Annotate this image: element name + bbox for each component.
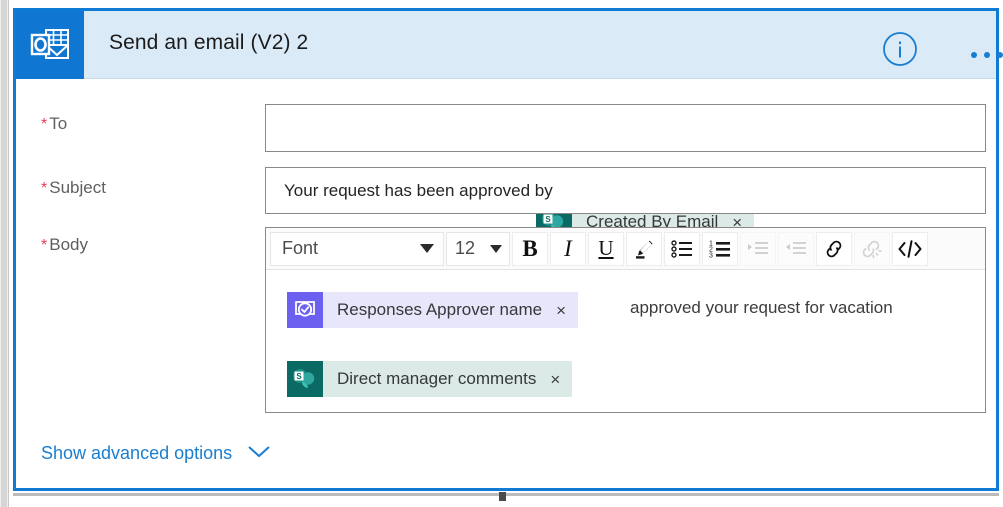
ellipsis-dot <box>997 52 1003 58</box>
to-label-text: To <box>49 114 68 133</box>
body-token-label: Responses Approver name <box>337 300 543 319</box>
page-scroll-thumb[interactable] <box>1 0 7 507</box>
font-family-value: Font <box>282 238 319 258</box>
show-advanced-options-label: Show advanced options <box>41 443 233 463</box>
required-asterisk: * <box>41 116 48 133</box>
body-token-responses-approver-name[interactable]: Responses Approver name × <box>287 292 578 328</box>
font-family-select[interactable]: Font <box>270 231 444 266</box>
font-size-select[interactable]: 12 <box>446 231 510 266</box>
subject-label: * Subject <box>41 178 106 198</box>
svg-text:3: 3 <box>709 252 713 259</box>
action-card-screen: Send an email (V2) 2 * To S Created By E… <box>0 0 1003 507</box>
info-icon[interactable] <box>881 30 919 68</box>
body-token-remove-icon[interactable]: × <box>556 302 566 319</box>
chevron-down-icon <box>490 244 502 253</box>
body-token-body: Direct manager comments × <box>323 361 573 397</box>
subject-field[interactable]: Your request has been approved by <box>265 167 986 214</box>
bulleted-list-icon[interactable] <box>664 231 700 266</box>
editor-toolbar: Font 12 B I U 1 2 3 <box>266 228 985 270</box>
insert-link-icon[interactable] <box>816 231 852 266</box>
increase-indent-icon[interactable] <box>740 231 776 266</box>
outlook-icon <box>16 11 84 79</box>
body-static-text: approved your request for vacation <box>630 298 893 317</box>
approvals-icon <box>287 292 323 328</box>
required-asterisk: * <box>41 237 48 254</box>
body-content-area[interactable]: Responses Approver name × approved your … <box>266 270 985 412</box>
font-size-value: 12 <box>455 238 476 258</box>
body-label: * Body <box>41 235 88 255</box>
required-asterisk: * <box>41 180 48 197</box>
send-email-action-card: Send an email (V2) 2 * To S Created By E… <box>13 8 1003 491</box>
svg-text:S: S <box>545 215 551 224</box>
italic-button[interactable]: I <box>550 231 586 266</box>
chevron-down-icon <box>420 244 434 253</box>
ellipsis-dot <box>971 52 977 58</box>
flow-connector-nub <box>499 492 506 501</box>
ellipsis-icon[interactable] <box>971 43 1003 67</box>
page-title: Send an email (V2) 2 <box>109 31 309 54</box>
chevron-down-icon <box>246 443 272 464</box>
card-shadow <box>13 493 999 496</box>
svg-text:S: S <box>296 372 302 381</box>
body-label-text: Body <box>49 235 88 254</box>
decrease-indent-icon[interactable] <box>778 231 814 266</box>
show-advanced-options-button[interactable]: Show advanced options <box>41 443 272 464</box>
page-scroll-strip[interactable] <box>0 0 9 507</box>
body-token-remove-icon[interactable]: × <box>550 371 560 388</box>
ellipsis-dot <box>984 52 990 58</box>
highlighter-pen-icon[interactable] <box>626 231 662 266</box>
subject-label-text: Subject <box>49 178 106 197</box>
bold-button[interactable]: B <box>512 231 548 266</box>
body-rich-text-editor[interactable]: Font 12 B I U 1 2 3 Responses Approver n… <box>265 227 986 413</box>
to-label: * To <box>41 114 67 134</box>
subject-value: Your request has been approved by <box>284 181 553 200</box>
to-field[interactable]: S Created By Email × <box>265 104 986 240</box>
body-token-body: Responses Approver name × <box>323 292 578 328</box>
card-header: Send an email (V2) 2 <box>16 11 1003 79</box>
code-view-icon[interactable] <box>892 231 928 266</box>
underline-button[interactable]: U <box>588 231 624 266</box>
remove-link-icon[interactable] <box>854 231 890 266</box>
body-token-direct-manager-comments[interactable]: S Direct manager comments × <box>287 361 573 397</box>
body-token-label: Direct manager comments <box>337 369 537 388</box>
numbered-list-icon[interactable]: 1 2 3 <box>702 231 738 266</box>
sharepoint-icon: S <box>287 361 323 397</box>
